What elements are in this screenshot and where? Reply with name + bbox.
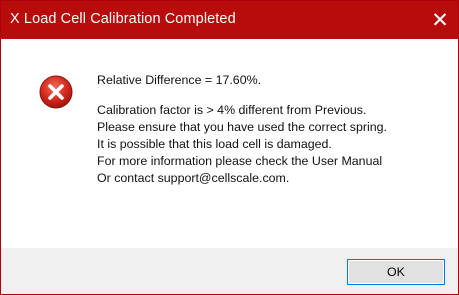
title-bar[interactable]: X Load Cell Calibration Completed ✕ <box>1 1 458 39</box>
button-bar: OK <box>1 248 458 294</box>
message-line: Or contact support@cellscale.com. <box>97 171 290 185</box>
ok-button[interactable]: OK <box>347 259 445 285</box>
message-dialog: X Load Cell Calibration Completed ✕ Rela… <box>0 0 459 295</box>
message-line: For more information please check the Us… <box>97 154 383 168</box>
close-icon: ✕ <box>431 8 449 32</box>
window-title: X Load Cell Calibration Completed <box>10 11 236 27</box>
relative-difference-text: Relative Difference = 17.60%. <box>97 73 262 87</box>
dialog-content: Relative Difference = 17.60%. Calibratio… <box>1 39 458 249</box>
message-text: Relative Difference = 17.60%. Calibratio… <box>97 72 387 187</box>
close-button[interactable]: ✕ <box>422 1 458 39</box>
message-line: Calibration factor is > 4% different fro… <box>97 103 367 117</box>
message-line: It is possible that this load cell is da… <box>97 137 332 151</box>
message-line: Please ensure that you have used the cor… <box>97 120 387 134</box>
error-icon <box>39 75 73 109</box>
